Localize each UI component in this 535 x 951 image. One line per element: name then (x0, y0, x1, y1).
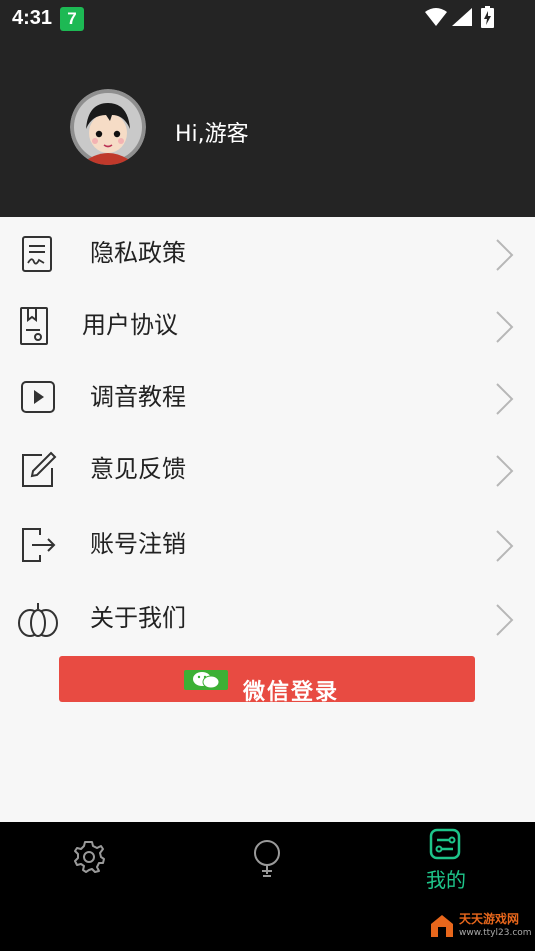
chevron-right-icon (496, 311, 514, 343)
menu-item-user-agreement[interactable]: 用户协议 (0, 289, 535, 361)
pumpkin-icon (18, 603, 58, 637)
menu-label-user-agreement: 用户协议 (82, 311, 178, 339)
chevron-right-icon (496, 455, 514, 487)
wechat-login-button[interactable]: 微信登录 (59, 656, 475, 702)
menu-item-tuning-tutorial[interactable]: 调音教程 (0, 361, 535, 433)
tab-mine-label: 我的 (426, 868, 466, 892)
menu-item-feedback[interactable]: 意见反馈 (0, 433, 535, 505)
tab-tips[interactable] (178, 822, 356, 951)
bulb-icon (254, 840, 280, 877)
tab-settings[interactable] (0, 822, 178, 951)
status-time: 4:31 (12, 7, 53, 29)
menu-label-about-us: 关于我们 (90, 604, 186, 632)
menu-item-account-deletion[interactable]: 账号注销 (0, 508, 535, 580)
chevron-right-icon (496, 239, 514, 271)
site-logo-icon (431, 915, 453, 937)
wifi-icon (425, 8, 447, 26)
profile-settings-icon (429, 828, 461, 860)
watermark-text: 天天游戏网 (459, 912, 520, 926)
agreement-icon (20, 307, 48, 345)
menu-item-about-us[interactable]: 关于我们 (0, 582, 535, 654)
wechat-icon (184, 670, 228, 690)
signal-icon (452, 8, 472, 26)
greeting-text: Hi,游客 (175, 122, 249, 147)
document-sign-icon (22, 236, 52, 272)
bottom-navigation: 我的 天天游戏网 www.ttyl23.com (0, 822, 535, 951)
wechat-login-label: 微信登录 (243, 680, 340, 702)
chevron-right-icon (496, 604, 514, 636)
profile-header: 4:31 7 Hi,游客 (0, 0, 535, 217)
watermark-url: www.ttyl23.com (459, 928, 532, 938)
status-bar: 4:31 7 (0, 0, 535, 38)
menu-label-tuning-tutorial: 调音教程 (90, 383, 186, 411)
edit-icon (22, 451, 57, 487)
settings-icon (74, 841, 105, 873)
battery-charging-icon (481, 6, 494, 28)
logout-icon (22, 528, 56, 562)
menu-label-account-deletion: 账号注销 (90, 530, 186, 558)
menu-item-privacy-policy[interactable]: 隐私政策 (0, 217, 535, 289)
chevron-right-icon (496, 383, 514, 415)
chevron-right-icon (496, 530, 514, 562)
app-notification-badge: 7 (60, 7, 84, 31)
video-play-icon (21, 381, 55, 413)
avatar[interactable] (70, 89, 146, 165)
site-watermark: 天天游戏网 www.ttyl23.com (429, 911, 532, 943)
menu-label-feedback: 意见反馈 (90, 455, 186, 483)
menu-label-privacy-policy: 隐私政策 (90, 239, 186, 267)
